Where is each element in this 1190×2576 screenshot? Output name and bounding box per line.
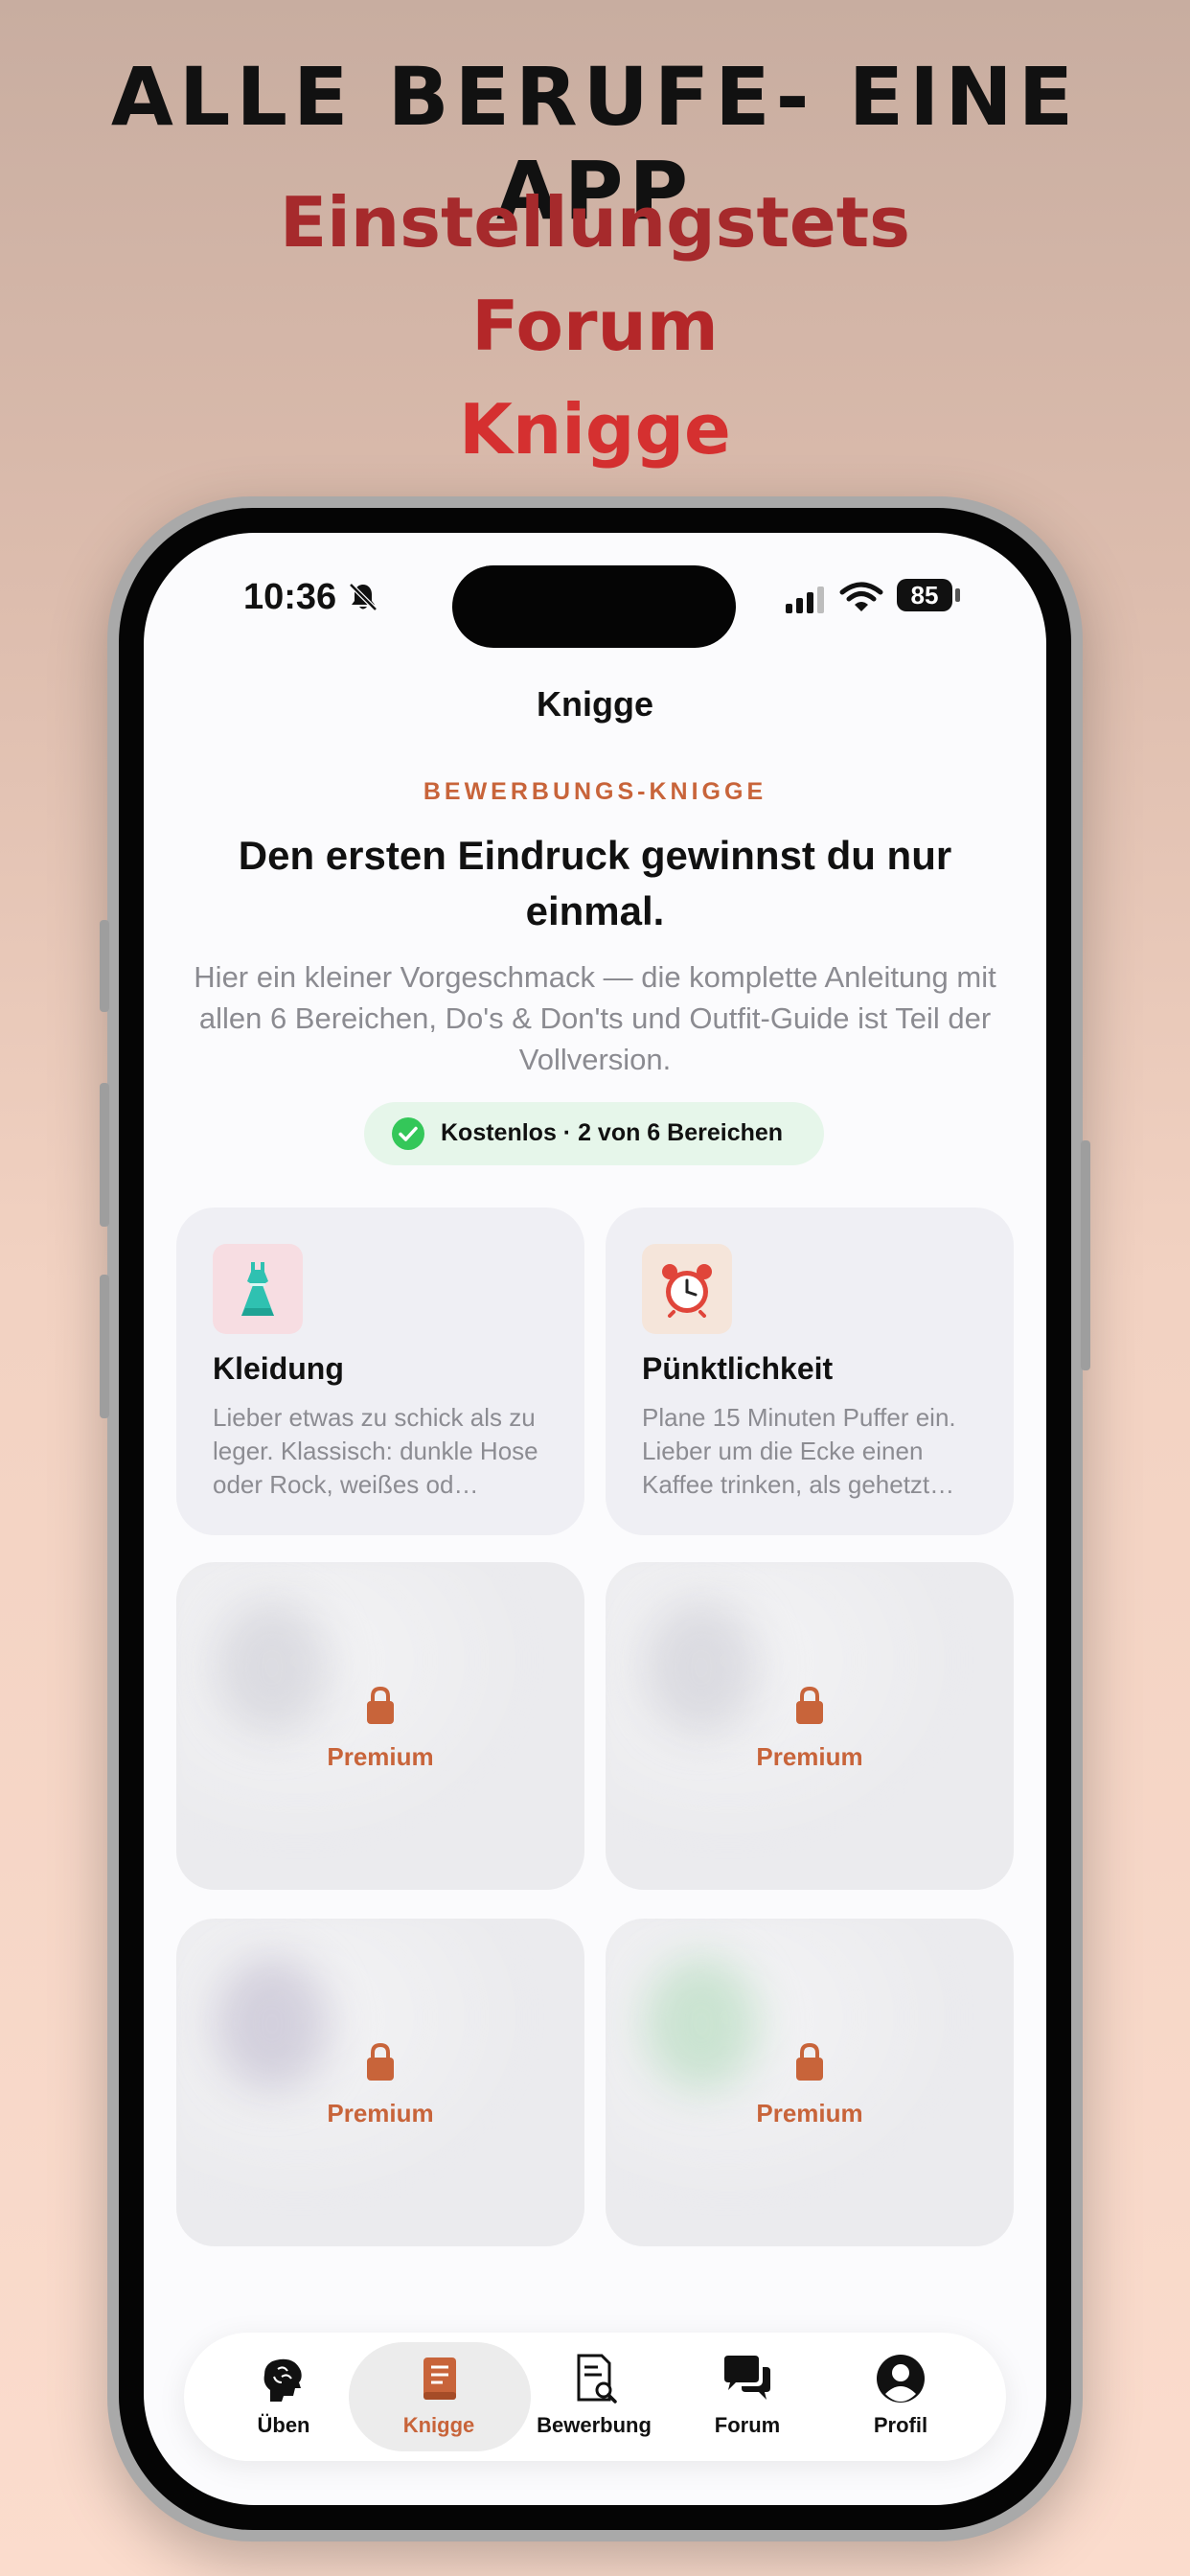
card-kleidung[interactable]: Kleidung Lieber etwas zu schick als zu l…: [176, 1208, 584, 1535]
premium-label: Premium: [327, 2099, 434, 2128]
section-headline: Den ersten Eindruck gewinnst du nur einm…: [238, 833, 952, 933]
blurred-icon-placeholder: [215, 1600, 330, 1735]
tab-bewerbung[interactable]: Bewerbung: [517, 2333, 671, 2461]
card-description: Lieber etwas zu schick als zu leger. Kla…: [213, 1403, 538, 1499]
card-description: Plane 15 Minuten Puffer ein. Lieber um d…: [642, 1403, 956, 1499]
free-sections-badge: Kostenlos · 2 von 6 Bereichen: [364, 1102, 824, 1165]
chat-bubbles-icon: [724, 2356, 770, 2400]
section-eyebrow: BEWERBUNGS-KNIGGE: [423, 778, 767, 805]
alarm-clock-icon: [662, 1264, 712, 1318]
tab-label: Bewerbung: [537, 2413, 652, 2437]
tab-label: Knigge: [402, 2413, 475, 2437]
tab-label: Profil: [873, 2413, 928, 2437]
tab-bar: Üben Knigge Bewerbung Forum Profil: [184, 2333, 1006, 2461]
promo-line-forum: Forum: [471, 286, 719, 366]
premium-label: Premium: [756, 2099, 863, 2128]
nav-title: Knigge: [537, 684, 653, 724]
card-title: Pünktlichkeit: [642, 1351, 834, 1386]
volume-up-button: [100, 1083, 109, 1227]
tab-ueben[interactable]: Üben: [207, 2333, 360, 2461]
premium-label: Premium: [756, 1742, 863, 1771]
tab-knigge[interactable]: Knigge: [362, 2333, 515, 2461]
promo-line-einstellungstests: Einstellungstets: [279, 182, 911, 263]
brain-icon: [263, 2358, 302, 2402]
tab-label: Forum: [714, 2413, 781, 2437]
battery-nub: [955, 588, 960, 602]
lock-icon: [796, 1686, 823, 1724]
bell-slash-icon: [349, 583, 378, 611]
badge-label: Kostenlos · 2 von 6 Bereichen: [441, 1119, 784, 1146]
battery-icon: 85: [897, 579, 952, 611]
power-button: [1081, 1140, 1090, 1370]
card-puenktlichkeit[interactable]: Pünktlichkeit Plane 15 Minuten Puffer ei…: [606, 1208, 1014, 1535]
document-search-icon: [577, 2354, 617, 2404]
premium-label: Premium: [327, 1742, 434, 1771]
card-locked-premium[interactable]: Premium: [606, 1562, 1014, 1890]
lock-icon: [367, 2042, 394, 2081]
card-icon-container: [642, 1244, 732, 1334]
status-time: 10:36: [243, 577, 337, 617]
blurred-icon-placeholder: [215, 1957, 330, 2091]
dress-icon: [241, 1262, 274, 1316]
action-button: [100, 920, 109, 1012]
signal-icon: [786, 586, 824, 613]
volume-down-button: [100, 1275, 109, 1418]
tab-label: Üben: [257, 2413, 310, 2437]
card-locked-premium[interactable]: Premium: [176, 1562, 584, 1890]
dynamic-island: [452, 565, 736, 648]
card-title: Kleidung: [213, 1351, 344, 1386]
phone-screen: 10:36 85 Knigge BEWERBUNGS-KNIGGE Den er…: [144, 533, 1046, 2505]
section-description: Hier ein kleiner Vorgeschmack — die komp…: [194, 960, 996, 1076]
tab-forum[interactable]: Forum: [671, 2333, 824, 2461]
blurred-icon-placeholder: [644, 1600, 759, 1735]
promo-line-knigge: Knigge: [459, 389, 731, 470]
lock-icon: [367, 1686, 394, 1724]
blurred-icon-placeholder: [644, 1957, 759, 2091]
wifi-icon: [839, 582, 883, 611]
card-locked-premium[interactable]: Premium: [176, 1919, 584, 2246]
checkmark-circle-icon: [392, 1117, 424, 1150]
card-locked-premium[interactable]: Premium: [606, 1919, 1014, 2246]
book-icon: [423, 2358, 456, 2400]
person-circle-icon: [877, 2355, 925, 2403]
card-icon-container: [213, 1244, 303, 1334]
tab-profil[interactable]: Profil: [824, 2333, 977, 2461]
lock-icon: [796, 2042, 823, 2081]
